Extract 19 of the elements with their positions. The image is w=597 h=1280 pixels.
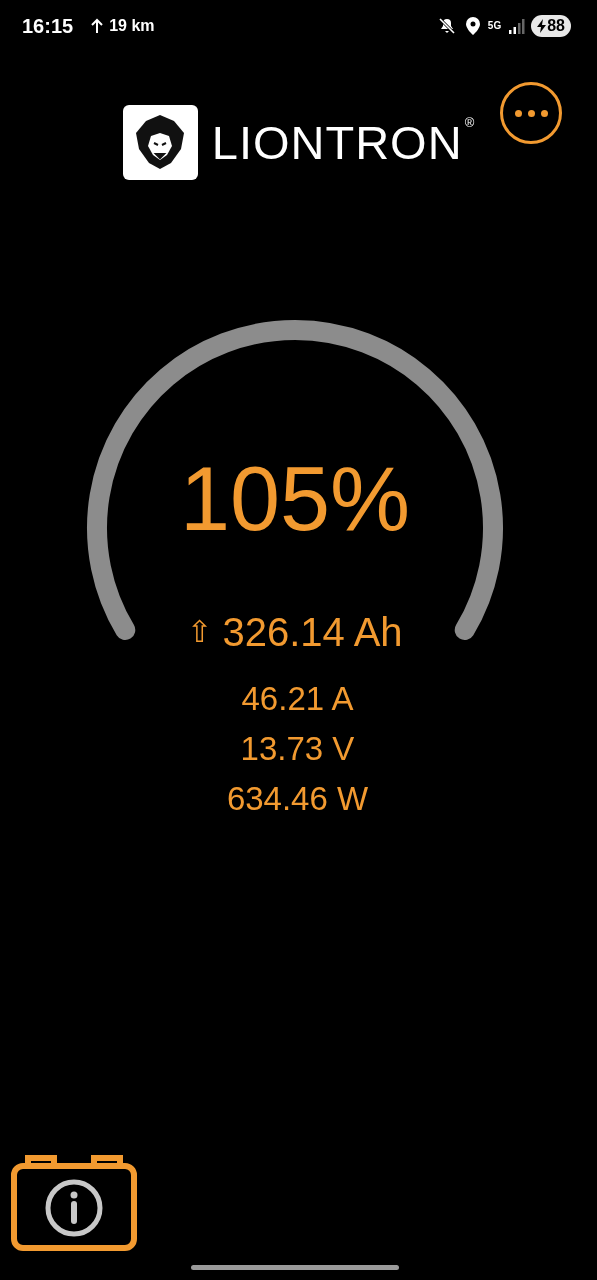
location-icon: [465, 17, 480, 35]
reading-value: 46.21 A: [241, 679, 354, 719]
battery-indicator: 88: [531, 15, 571, 37]
more-menu-button[interactable]: [500, 82, 562, 144]
distance-text: 19 km: [109, 17, 155, 35]
battery-info-button[interactable]: [10, 1154, 138, 1251]
mute-icon: [437, 17, 456, 35]
reading-value: 13.73 V: [240, 729, 355, 769]
up-arrow-icon: [91, 18, 104, 34]
charging-arrow: ⇧: [187, 617, 213, 647]
capacity-value: 326.14 Ah: [222, 612, 403, 652]
signal-icon: [509, 18, 526, 34]
trademark-sign: ®: [464, 115, 475, 130]
brand-name: LIONTRON: [211, 119, 463, 166]
reading-value: 634.46 W: [226, 779, 369, 819]
charge-percent: 105%: [179, 454, 411, 544]
clock-time: 16:15: [22, 14, 74, 38]
network-type: 5G: [487, 21, 502, 31]
lion-logo-icon: [122, 105, 198, 180]
